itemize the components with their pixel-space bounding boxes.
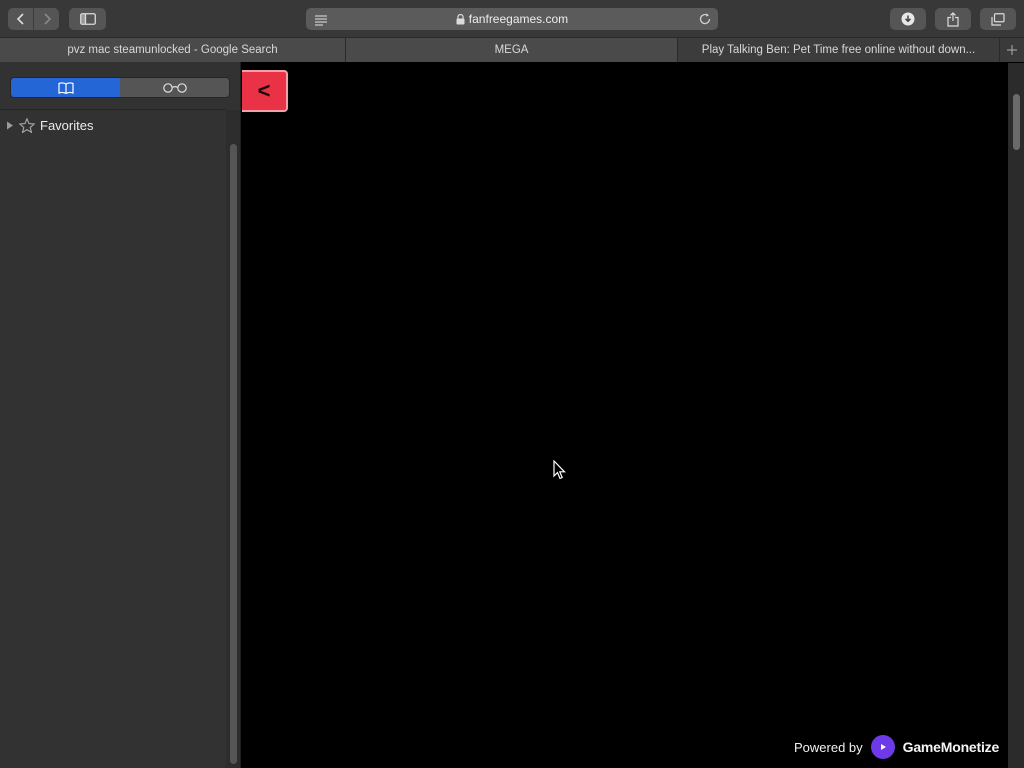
page-scrollbar[interactable] xyxy=(1008,63,1024,768)
bookmarks-segment[interactable] xyxy=(11,78,120,97)
mouse-pointer-icon xyxy=(553,460,566,480)
game-canvas[interactable] xyxy=(242,63,1008,768)
url-text: fanfreegames.com xyxy=(468,12,569,26)
tabs-icon xyxy=(991,12,1005,26)
url-display: fanfreegames.com xyxy=(306,8,718,30)
share-icon xyxy=(947,11,959,27)
tab-label: Play Talking Ben: Pet Time free online w… xyxy=(701,44,976,56)
page-scroll-thumb[interactable] xyxy=(1013,94,1020,150)
browser-toolbar: fanfreegames.com xyxy=(0,0,1024,38)
reload-icon[interactable] xyxy=(698,12,712,31)
tab-bar: pvz mac steamunlocked - Google Search ME… xyxy=(0,38,1024,62)
back-arrow-label: < xyxy=(257,78,271,103)
glasses-icon xyxy=(162,82,187,93)
tab-google-search[interactable]: pvz mac steamunlocked - Google Search xyxy=(0,38,346,62)
tab-mega[interactable]: MEGA xyxy=(346,38,678,62)
new-tab-button[interactable] xyxy=(1000,38,1024,62)
chevron-right-icon xyxy=(43,13,51,25)
powered-by-badge[interactable]: Powered by GameMonetize xyxy=(794,735,999,759)
share-button[interactable] xyxy=(935,8,971,30)
powered-by-text: Powered by xyxy=(794,739,863,755)
tab-talking-ben[interactable]: Play Talking Ben: Pet Time free online w… xyxy=(678,38,1000,62)
sidebar-toggle-button[interactable] xyxy=(69,8,106,30)
tab-label: MEGA xyxy=(494,44,529,56)
address-bar[interactable]: fanfreegames.com xyxy=(306,8,718,30)
reading-list-segment[interactable] xyxy=(120,78,229,97)
game-back-button[interactable]: < xyxy=(242,70,288,112)
forward-button[interactable] xyxy=(34,8,59,30)
disclosure-triangle-icon[interactable] xyxy=(6,121,14,130)
favorites-folder[interactable]: Favorites xyxy=(6,116,93,134)
back-button[interactable] xyxy=(8,8,33,30)
chevron-left-icon xyxy=(16,13,24,25)
favorites-label: Favorites xyxy=(40,117,94,133)
sidebar-icon xyxy=(79,13,96,25)
gamemonetize-brand: GameMonetize xyxy=(902,739,1000,755)
gamemonetize-logo-icon xyxy=(870,735,895,759)
book-icon xyxy=(57,81,74,94)
navigation-buttons xyxy=(8,8,59,30)
tab-overview-button[interactable] xyxy=(980,8,1016,30)
download-icon xyxy=(901,12,915,26)
sidebar-segmented-control xyxy=(10,77,230,98)
tab-label: pvz mac steamunlocked - Google Search xyxy=(67,44,278,56)
lock-icon xyxy=(456,13,465,24)
bookmarks-sidebar: Favorites xyxy=(0,62,241,768)
downloads-button[interactable] xyxy=(890,8,926,30)
plus-icon xyxy=(1007,45,1017,55)
sidebar-scroll-thumb[interactable] xyxy=(230,144,237,764)
star-icon xyxy=(19,117,35,133)
